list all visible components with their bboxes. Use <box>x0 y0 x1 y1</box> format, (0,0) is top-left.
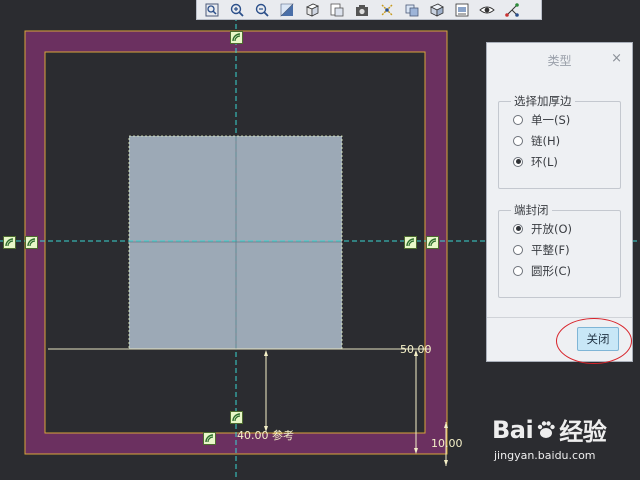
drag-handle-icon <box>428 238 437 247</box>
drag-handle-left-inner[interactable] <box>25 236 38 249</box>
display-style-button[interactable] <box>351 1 373 19</box>
drag-handle-icon <box>27 238 36 247</box>
drag-handle-bottom-outer[interactable] <box>203 432 216 445</box>
view-orientation-button[interactable] <box>301 1 323 19</box>
datum-display-icon <box>405 4 419 16</box>
drag-handle-icon <box>232 413 241 422</box>
panel-title-text: 类型 <box>547 53 572 68</box>
annotation-icon <box>430 3 444 17</box>
radio-loop-label: 环(L) <box>531 154 558 169</box>
radio-flat-label: 平整(F) <box>531 242 570 257</box>
radio-flat[interactable]: 平整(F) <box>499 239 620 260</box>
axis-display-button[interactable] <box>501 1 523 19</box>
visibility-icon <box>479 6 495 13</box>
width-dimension-label[interactable]: 50.00 <box>400 343 432 356</box>
saved-views-button[interactable] <box>326 1 348 19</box>
shading-icon <box>280 3 294 17</box>
close-icon[interactable]: × <box>611 51 622 66</box>
annotation-button[interactable] <box>426 1 448 19</box>
drag-handle-icon <box>5 238 14 247</box>
select-thicken-edge-group: 选择加厚边 单一(S) 链(H) 环(L) <box>498 93 621 189</box>
view-toolbar <box>196 0 542 20</box>
radio-chain-label: 链(H) <box>531 133 561 148</box>
radio-single[interactable]: 单一(S) <box>499 109 620 130</box>
panel-title: 类型 × <box>487 43 632 77</box>
view-manager-icon <box>455 3 469 16</box>
watermark-url: jingyan.baidu.com <box>494 449 596 462</box>
thickness-dimension-label[interactable]: 10.00 <box>431 437 463 450</box>
saved-views-icon <box>330 3 344 16</box>
radio-open-indicator[interactable] <box>513 223 523 234</box>
drag-handle-icon <box>232 33 241 42</box>
radio-loop[interactable]: 环(L) <box>499 151 620 172</box>
zoom-in-button[interactable] <box>226 1 248 19</box>
spin-center-icon <box>381 4 393 15</box>
baidu-paw-icon <box>538 420 555 438</box>
datum-display-button[interactable] <box>401 1 423 19</box>
radio-round-label: 圆形(C) <box>531 263 572 278</box>
baidu-jingyan-watermark: Bai 经验 jingyan.baidu.com <box>492 412 607 463</box>
drag-handle-right-outer[interactable] <box>426 236 439 249</box>
drag-handle-icon <box>205 434 214 443</box>
drag-handle-right-inner[interactable] <box>404 236 417 249</box>
radio-round[interactable]: 圆形(C) <box>499 260 620 281</box>
end-cap-group: 端封闭 开放(O) 平整(F) 圆形(C) <box>498 202 621 298</box>
view-orientation-icon <box>306 3 319 17</box>
zoom-in-icon <box>230 3 244 17</box>
radio-open[interactable]: 开放(O) <box>499 218 620 239</box>
radio-chain-indicator[interactable] <box>513 135 523 146</box>
radio-loop-indicator[interactable] <box>513 156 523 167</box>
thickness-dimension-arrow-bottom <box>444 460 448 466</box>
shading-button[interactable] <box>276 1 298 19</box>
spin-center-button[interactable] <box>376 1 398 19</box>
axis-display-icon <box>505 2 519 17</box>
highlight-ring <box>556 318 632 364</box>
drag-handle-left-outer[interactable] <box>3 236 16 249</box>
drag-handle-icon <box>406 238 415 247</box>
type-panel: 类型 × 选择加厚边 单一(S) 链(H) 环(L) 端封闭 开放(O) 平整(… <box>486 42 633 362</box>
drag-handle-bottom-inner[interactable] <box>230 411 243 424</box>
drag-handle-top[interactable] <box>230 31 243 44</box>
radio-round-indicator[interactable] <box>513 265 523 276</box>
select-thicken-edge-legend: 选择加厚边 <box>514 94 572 108</box>
reference-dimension-label[interactable]: 40.00 参考 <box>237 427 294 443</box>
watermark-logo: Bai 经验 <box>492 412 607 447</box>
radio-single-indicator[interactable] <box>513 114 523 125</box>
display-style-icon <box>356 4 368 16</box>
visibility-button[interactable] <box>476 1 498 19</box>
radio-open-label: 开放(O) <box>531 221 573 236</box>
watermark-bai: Bai <box>492 415 534 444</box>
view-manager-button[interactable] <box>451 1 473 19</box>
radio-flat-indicator[interactable] <box>513 244 523 255</box>
zoom-out-button[interactable] <box>251 1 273 19</box>
zoom-fit-button[interactable] <box>201 1 223 19</box>
radio-single-label: 单一(S) <box>531 112 571 127</box>
panel-separator <box>487 317 632 318</box>
zoom-fit-icon <box>205 3 219 16</box>
end-cap-legend: 端封闭 <box>514 203 549 217</box>
radio-chain[interactable]: 链(H) <box>499 130 620 151</box>
zoom-out-icon <box>255 3 269 17</box>
watermark-jingyan: 经验 <box>559 418 607 446</box>
